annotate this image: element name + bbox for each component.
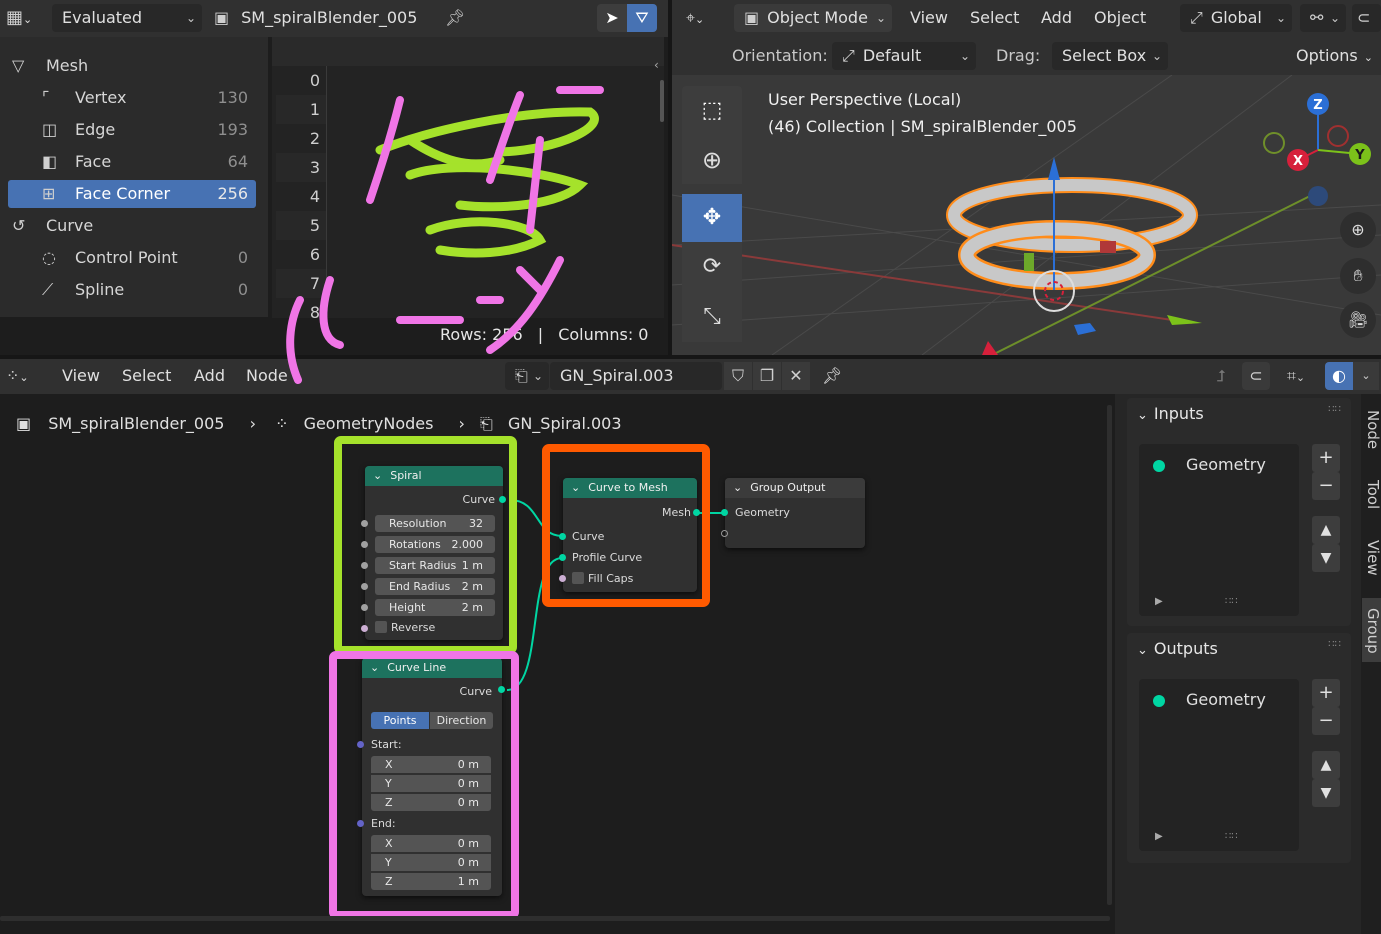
remove-output-button[interactable]: − [1312, 707, 1340, 735]
input-socket-dot [1153, 460, 1165, 472]
inputs-panel-header[interactable]: ⌄ Inputs [1137, 404, 1204, 423]
orange-highlight-box [542, 444, 710, 607]
tab-tool[interactable]: Tool [1364, 480, 1381, 509]
add-input-button[interactable]: + [1312, 444, 1340, 472]
output-item-geometry[interactable]: Geometry [1186, 690, 1266, 709]
move-input-up-button[interactable]: ▲ [1312, 516, 1340, 544]
drag-handle-icon[interactable]: ∷∷ [1328, 404, 1341, 415]
inputs-title: Inputs [1153, 404, 1204, 423]
input-item-geometry[interactable]: Geometry [1186, 455, 1266, 474]
inputs-panel: ⌄ Inputs ∷∷ Geometry ▶ ∷∷ + − ▲ ▼ [1127, 398, 1351, 626]
green-highlight-box [334, 436, 517, 654]
node-canvas-scrollbar[interactable] [1107, 405, 1112, 905]
sidebar-tabs [1361, 394, 1381, 934]
remove-input-button[interactable]: − [1312, 472, 1340, 500]
move-output-down-button[interactable]: ▼ [1312, 779, 1340, 807]
move-input-down-button[interactable]: ▼ [1312, 544, 1340, 572]
node-canvas-hscrollbar[interactable] [0, 916, 1110, 921]
resize-handle-icon[interactable]: ∷∷ [1225, 596, 1238, 607]
resize-handle-icon[interactable]: ∷∷ [1225, 831, 1238, 842]
output-socket-dot [1153, 695, 1165, 707]
outputs-panel-header[interactable]: ⌄ Outputs [1137, 639, 1218, 658]
tab-group[interactable]: Group [1364, 608, 1381, 654]
drag-handle-icon[interactable]: ∷∷ [1328, 639, 1341, 650]
tab-view[interactable]: View [1364, 540, 1381, 576]
move-output-up-button[interactable]: ▲ [1312, 751, 1340, 779]
tab-node[interactable]: Node [1364, 410, 1381, 449]
add-output-button[interactable]: + [1312, 679, 1340, 707]
outputs-panel: ⌄ Outputs ∷∷ Geometry ▶ ∷∷ + − ▲ ▼ [1127, 633, 1351, 863]
pink-highlight-box [329, 651, 519, 919]
expand-arrow-icon[interactable]: ▶ [1155, 596, 1163, 607]
expand-arrow-icon[interactable]: ▶ [1155, 831, 1163, 842]
outputs-title: Outputs [1153, 639, 1218, 658]
